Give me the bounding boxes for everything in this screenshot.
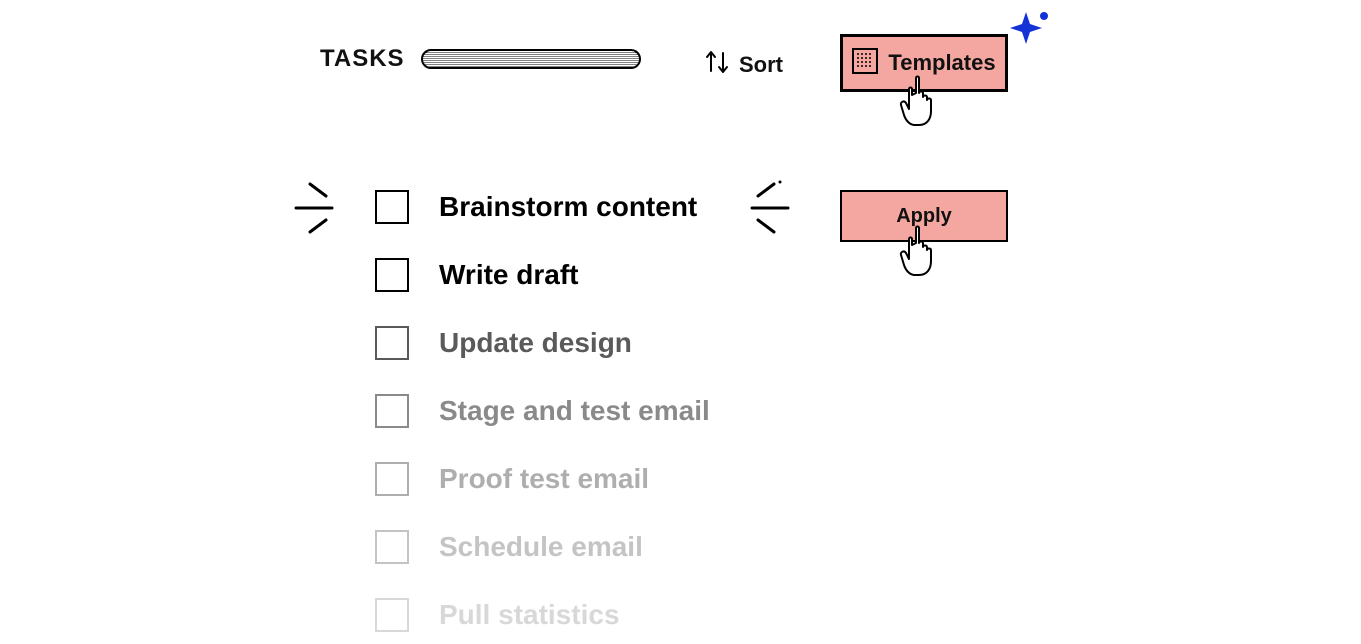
task-checkbox[interactable] [375, 530, 409, 564]
task-label: Write draft [439, 259, 579, 291]
task-row[interactable]: Write draft [375, 258, 710, 292]
sparkle-icon [1010, 10, 1050, 55]
task-checkbox[interactable] [375, 394, 409, 428]
task-checkbox[interactable] [375, 190, 409, 224]
apply-button[interactable]: Apply [840, 190, 1008, 242]
task-list: Brainstorm content Write draft Update de… [375, 190, 710, 632]
task-label: Proof test email [439, 463, 649, 495]
task-label: Update design [439, 327, 632, 359]
sort-label: Sort [739, 52, 783, 78]
emphasis-rays-left-icon [292, 180, 362, 245]
task-row[interactable]: Pull statistics [375, 598, 710, 632]
task-label: Schedule email [439, 531, 643, 563]
sort-icon [705, 45, 729, 84]
emphasis-rays-right-icon [722, 180, 792, 245]
task-row[interactable]: Stage and test email [375, 394, 710, 428]
task-checkbox[interactable] [375, 258, 409, 292]
apply-label: Apply [896, 205, 952, 228]
task-label: Pull statistics [439, 599, 620, 631]
task-checkbox[interactable] [375, 326, 409, 360]
task-row[interactable]: Brainstorm content [375, 190, 710, 224]
templates-button[interactable]: Templates [840, 34, 1008, 92]
tasks-title: TASKS [320, 45, 405, 73]
templates-label: Templates [888, 50, 995, 76]
task-checkbox[interactable] [375, 462, 409, 496]
task-row[interactable]: Schedule email [375, 530, 710, 564]
task-label: Brainstorm content [439, 191, 697, 223]
task-row[interactable]: Update design [375, 326, 710, 360]
templates-grid-icon [852, 48, 878, 79]
task-label: Stage and test email [439, 395, 710, 427]
task-row[interactable]: Proof test email [375, 462, 710, 496]
task-checkbox[interactable] [375, 598, 409, 632]
header-pill-decoration [421, 49, 641, 69]
tasks-header: TASKS [320, 45, 641, 73]
sort-button[interactable]: Sort [705, 45, 783, 84]
